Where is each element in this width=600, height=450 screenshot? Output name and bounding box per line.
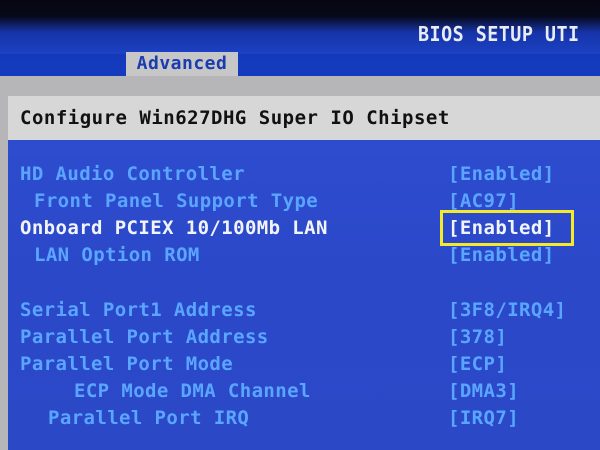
setting-label: LAN Option ROM xyxy=(34,244,200,266)
setting-row-lan-option-rom[interactable]: LAN Option ROM [Enabled] xyxy=(0,242,600,268)
setting-label: Front Panel Support Type xyxy=(34,190,319,212)
setting-value[interactable]: [DMA3] xyxy=(448,378,519,404)
bios-title: BIOS SETUP UTI xyxy=(418,22,580,46)
setting-value[interactable]: [Enabled] xyxy=(448,242,555,268)
bios-screen: BIOS SETUP UTI Advanced Configure Win627… xyxy=(0,0,600,450)
setting-value[interactable]: [378] xyxy=(448,324,507,350)
setting-label: Parallel Port Mode xyxy=(20,353,234,375)
selected-value-highlight xyxy=(440,210,574,246)
setting-row-serial-port1-address[interactable]: Serial Port1 Address [3F8/IRQ4] xyxy=(0,297,600,323)
setting-row-hd-audio-controller[interactable]: HD Audio Controller [Enabled] xyxy=(0,161,600,187)
setting-label: HD Audio Controller xyxy=(20,163,245,185)
setting-row-ecp-mode-dma-channel[interactable]: ECP Mode DMA Channel [DMA3] xyxy=(0,378,600,404)
setting-label: ECP Mode DMA Channel xyxy=(74,380,311,402)
section-title: Configure Win627DHG Super IO Chipset xyxy=(20,107,450,129)
setting-row-parallel-port-irq[interactable]: Parallel Port IRQ [IRQ7] xyxy=(0,405,600,431)
setting-value[interactable]: [IRQ7] xyxy=(448,405,519,431)
setting-value[interactable]: [Enabled] xyxy=(448,161,555,187)
setting-label: Parallel Port IRQ xyxy=(48,407,250,429)
setting-value[interactable]: [3F8/IRQ4] xyxy=(448,297,566,323)
setting-label: Onboard PCIEX 10/100Mb LAN xyxy=(20,217,328,239)
setting-row-parallel-port-address[interactable]: Parallel Port Address [378] xyxy=(0,324,600,350)
setting-row-parallel-port-mode[interactable]: Parallel Port Mode [ECP] xyxy=(0,351,600,377)
setting-label: Serial Port1 Address xyxy=(20,299,257,321)
setting-value[interactable]: [ECP] xyxy=(448,351,507,377)
setting-label: Parallel Port Address xyxy=(20,326,269,348)
tab-advanced[interactable]: Advanced xyxy=(126,52,238,76)
